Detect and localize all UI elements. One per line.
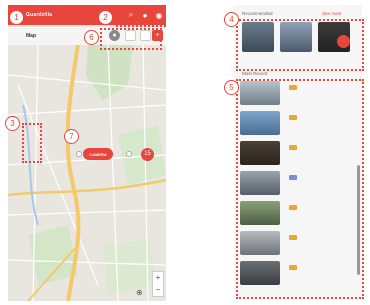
callout-4: 4	[224, 12, 239, 27]
zoom-control[interactable]: + −	[152, 271, 164, 297]
highlight-box-6	[100, 28, 162, 50]
callout-3: 3	[5, 116, 20, 131]
map-pin-dot[interactable]	[76, 151, 82, 157]
highlight-box-4	[236, 19, 364, 71]
highlight-box-5	[236, 79, 364, 299]
callout-2: 2	[98, 10, 113, 25]
map-pin-dot-2[interactable]	[126, 151, 132, 157]
map-view[interactable]	[8, 45, 166, 301]
zoom-out-button[interactable]: −	[153, 284, 163, 296]
callout-7: 7	[64, 129, 79, 144]
map-count-marker[interactable]: 15	[141, 148, 154, 161]
zoom-in-button[interactable]: +	[153, 272, 163, 284]
callout-1: 1	[9, 10, 24, 25]
callout-5: 5	[224, 80, 239, 95]
locate-icon[interactable]: ⊕	[136, 288, 143, 297]
map-camera-pin[interactable]: CAMERA	[83, 148, 113, 160]
callout-6: 6	[84, 30, 99, 45]
recommended-heading: Recommended	[242, 11, 273, 16]
map-label[interactable]: Map	[26, 33, 36, 39]
highlight-box-2	[116, 5, 166, 27]
see-more-link[interactable]: See more	[322, 11, 342, 16]
most-recent-heading: Most Recent	[242, 71, 268, 76]
highlight-box-3	[22, 123, 42, 163]
